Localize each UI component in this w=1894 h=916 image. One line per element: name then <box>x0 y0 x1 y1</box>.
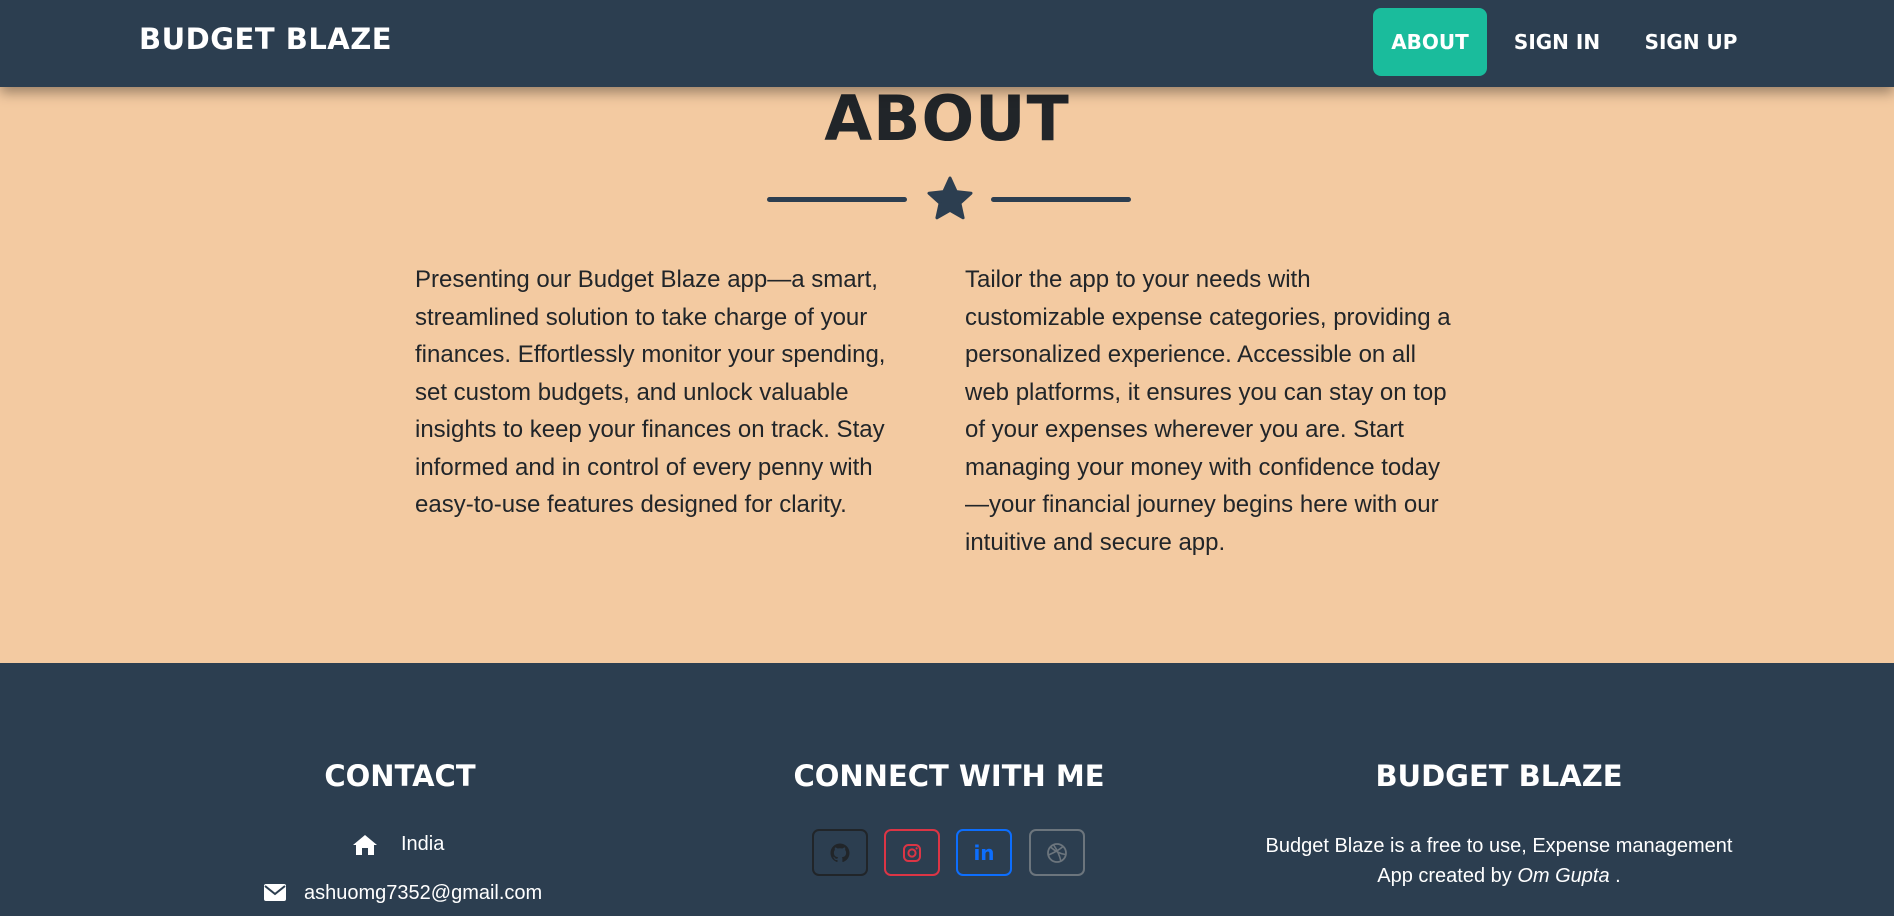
divider-line-right <box>991 197 1131 202</box>
linkedin-button[interactable]: in <box>956 829 1012 876</box>
description-suffix: . <box>1609 865 1621 887</box>
github-icon <box>830 843 850 862</box>
contact-heading: CONTACT <box>324 759 476 793</box>
home-icon <box>353 835 377 855</box>
navbar: BUDGET BLAZE ABOUT SIGN IN SIGN UP <box>0 0 1894 87</box>
envelope-icon <box>264 884 286 901</box>
github-button[interactable] <box>812 829 868 876</box>
instagram-icon <box>903 843 921 862</box>
contact-country-text: India <box>401 833 445 855</box>
about-title: ABOUT <box>824 82 1070 155</box>
instagram-button[interactable] <box>884 829 940 876</box>
nav-link-sign-up[interactable]: SIGN UP <box>1632 8 1750 76</box>
about-paragraph-right: Tailor the app to your needs with custom… <box>965 266 1451 556</box>
author-name: Om Gupta <box>1517 865 1610 887</box>
brand-logo[interactable]: BUDGET BLAZE <box>139 22 392 56</box>
footer-brand-heading: BUDGET BLAZE <box>1375 759 1623 793</box>
connect-heading: CONNECT WITH ME <box>793 759 1105 793</box>
contact-email-text[interactable]: ashuomg7352@gmail.com <box>304 882 542 905</box>
dribbble-button[interactable] <box>1029 829 1085 876</box>
dribbble-icon <box>1047 842 1067 863</box>
divider-line-left <box>767 197 907 202</box>
nav-link-about[interactable]: ABOUT <box>1373 8 1487 76</box>
footer: CONTACT CONNECT WITH ME BUDGET BLAZE Ind… <box>0 663 1894 916</box>
description-text: Budget Blaze is a free to use, Expense m… <box>1265 835 1733 887</box>
linkedin-icon: in <box>973 840 995 865</box>
nav-link-sign-in[interactable]: SIGN IN <box>1503 8 1611 76</box>
star-icon <box>927 176 973 220</box>
footer-brand-description: Budget Blaze is a free to use, Expense m… <box>1249 831 1749 891</box>
about-paragraph-left: Presenting our Budget Blaze app—a smart,… <box>415 266 886 518</box>
